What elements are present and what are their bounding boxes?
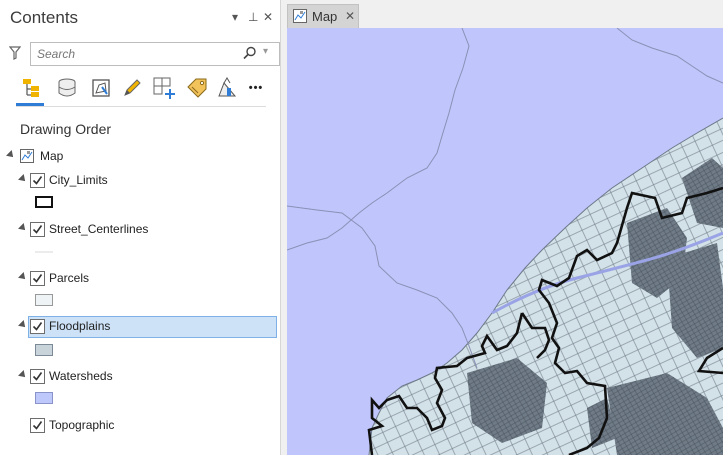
pane-menu-icon[interactable]: ▾ [232,10,238,24]
contents-title-bar: Contents ▾ ⊥ ✕ [0,0,280,36]
search-dropdown-icon[interactable]: ▾ [263,46,268,57]
layer-floodplains[interactable]: Floodplains [0,316,278,338]
city-limits-symbol[interactable] [35,196,53,208]
layer-visibility-checkbox[interactable] [30,418,45,433]
layer-label: Watersheds [49,369,113,383]
street-centerlines-symbol[interactable] [35,245,53,257]
list-by-data-source-icon[interactable] [53,74,81,102]
list-by-editing-icon[interactable] [118,74,146,102]
drawing-order-heading: Drawing Order [20,121,112,137]
floodplains-symbol[interactable] [35,344,53,356]
map-view[interactable] [287,28,723,455]
collapse-layer-icon[interactable] [18,223,28,233]
layer-parcels[interactable]: Parcels [0,268,278,290]
watersheds-symbol[interactable] [35,392,53,404]
tab-map[interactable]: Map ✕ [287,4,359,28]
layer-visibility-checkbox[interactable] [30,222,45,237]
search-input[interactable] [37,45,237,63]
pane-title: Contents [10,8,79,27]
search-icon[interactable] [243,46,257,65]
layer-watersheds[interactable]: Watersheds [0,366,278,388]
layer-label: Street_Centerlines [49,222,149,236]
more-options-icon[interactable]: ••• [242,74,270,102]
layer-visibility-checkbox[interactable] [30,271,45,286]
list-by-drawing-order-icon[interactable] [16,74,44,102]
collapse-map-icon[interactable] [6,150,16,160]
map-tab-icon [293,9,307,28]
collapse-layer-icon[interactable] [18,370,28,380]
list-by-selection-icon[interactable] [87,74,115,102]
map-node-label: Map [40,149,64,163]
search-row: ▾ [6,42,280,68]
map-icon [20,149,34,166]
collapse-layer-icon[interactable] [18,272,28,282]
list-by-snapping-icon[interactable] [150,74,178,102]
layer-city-limits[interactable]: City_Limits [0,170,278,192]
filter-icon[interactable] [8,46,22,65]
layer-visibility-checkbox[interactable] [30,173,45,188]
contents-pane: Contents ▾ ⊥ ✕ ▾ [0,0,281,455]
map-tab-label: Map [312,9,338,24]
map-node[interactable]: Map [0,146,278,168]
pin-icon[interactable]: ⊥ [248,10,258,24]
watershed-boundary [287,205,478,369]
search-box: ▾ [30,42,280,66]
parcels-symbol[interactable] [35,294,53,306]
close-tab-icon[interactable]: ✕ [345,9,355,23]
collapse-layer-icon[interactable] [18,174,28,184]
layer-street-centerlines[interactable]: Street_Centerlines [0,219,278,241]
layer-label: Parcels [49,271,90,285]
layer-topographic[interactable]: Topographic [0,415,278,437]
layer-label: City_Limits [49,173,108,187]
list-by-labeling-icon[interactable] [183,74,211,102]
watershed-boundary [616,28,723,84]
layer-visibility-checkbox[interactable] [30,319,45,334]
layer-label: Topographic [49,418,115,432]
watershed-boundary [287,28,470,251]
layer-visibility-checkbox[interactable] [30,369,45,384]
map-canvas [287,28,723,455]
close-pane-icon[interactable]: ✕ [263,10,273,24]
collapse-layer-icon[interactable] [18,320,28,330]
toolbar-divider [16,106,266,107]
layer-label: Floodplains [49,319,111,333]
list-by-perspective-icon[interactable] [213,74,241,102]
contents-toolbar: ••• [16,74,266,104]
